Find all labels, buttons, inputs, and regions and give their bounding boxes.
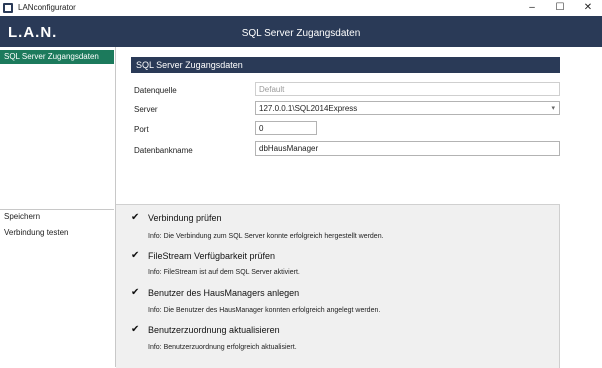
step-info: Info: Die Benutzer des HausManager konnt…: [148, 307, 381, 314]
section-header: SQL Server Zugangsdaten: [131, 57, 560, 73]
server-select-value: 127.0.0.1\SQL2014Express: [259, 104, 358, 113]
window-title: LANconfigurator: [18, 3, 76, 12]
check-icon: ✔: [131, 324, 140, 335]
test-connection-button[interactable]: Verbindung testen: [4, 228, 69, 237]
sidebar-divider: [0, 209, 114, 210]
minimize-button[interactable]: –: [518, 0, 546, 16]
step-title: Verbindung prüfen: [148, 213, 222, 223]
check-icon: ✔: [131, 287, 140, 298]
check-icon: ✔: [131, 212, 140, 223]
app-icon: [3, 3, 13, 13]
sidebar-item-sql-server-zugangsdaten[interactable]: SQL Server Zugangsdaten: [0, 50, 114, 64]
port-input[interactable]: 0: [255, 121, 317, 135]
page-title: SQL Server Zugangsdaten: [241, 28, 361, 39]
server-select[interactable]: 127.0.0.1\SQL2014Express ▾: [255, 101, 560, 115]
database-name-input[interactable]: dbHausManager: [255, 141, 560, 156]
step-title: Benutzer des HausManagers anlegen: [148, 288, 300, 298]
chevron-down-icon[interactable]: ▾: [551, 102, 555, 116]
maximize-button[interactable]: ☐: [546, 0, 574, 16]
port-label: Port: [134, 125, 149, 134]
step-info: Info: FileStream ist auf dem SQL Server …: [148, 269, 300, 276]
check-icon: ✔: [131, 250, 140, 261]
datasource-label: Datenquelle: [134, 86, 177, 95]
step-info: Info: Die Verbindung zum SQL Server konn…: [148, 233, 384, 240]
database-name-label: Datenbankname: [134, 146, 193, 155]
server-label: Server: [134, 105, 158, 114]
step-title: Benutzerzuordnung aktualisieren: [148, 325, 280, 335]
datasource-field: Default: [255, 82, 560, 96]
close-button[interactable]: ✕: [574, 0, 602, 16]
sidebar: SQL Server Zugangsdaten Speichern Verbin…: [0, 47, 116, 367]
step-title: FileStream Verfügbarkeit prüfen: [148, 251, 276, 261]
save-button[interactable]: Speichern: [4, 212, 40, 221]
step-info: Info: Benutzerzuordnung erfolgreich aktu…: [148, 344, 297, 351]
window-titlebar: LANconfigurator – ☐ ✕: [0, 0, 602, 16]
